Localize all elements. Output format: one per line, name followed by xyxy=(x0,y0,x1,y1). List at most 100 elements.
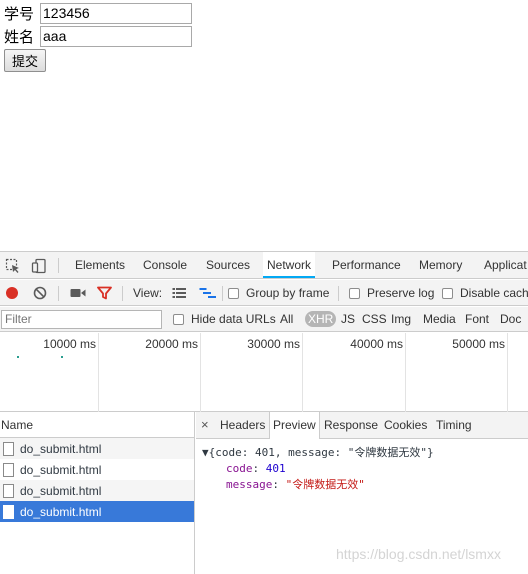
checkbox-box xyxy=(442,287,453,299)
tab-preview[interactable]: Preview xyxy=(269,412,320,439)
request-row[interactable]: do_submit.html xyxy=(0,480,194,501)
filter-type-xhr[interactable]: XHR xyxy=(305,307,337,331)
timeline-gridline xyxy=(405,333,406,412)
timeline-request-mark xyxy=(17,356,19,358)
timeline-gridline xyxy=(302,333,303,412)
checkbox-box xyxy=(228,287,239,299)
toolbar-separator xyxy=(58,286,59,301)
filter-input[interactable]: Filter xyxy=(1,310,162,329)
preserve-log-label: Preserve log xyxy=(367,286,435,300)
student-id-label: 学号 xyxy=(4,4,35,23)
name-label: 姓名 xyxy=(4,27,35,46)
tab-memory[interactable]: Memory xyxy=(419,252,462,278)
waterfall-icon xyxy=(199,288,216,298)
filter-funnel-icon xyxy=(97,286,112,300)
checkbox-box xyxy=(349,287,360,299)
device-toolbar-icon[interactable] xyxy=(31,258,47,274)
filter-type-doc[interactable]: Doc xyxy=(500,307,521,331)
document-icon xyxy=(3,504,14,519)
json-preview: ▼{code: 401, message: "令牌数据无效"} code: 401… xyxy=(202,445,434,493)
request-list-header[interactable]: Name xyxy=(0,412,194,438)
watermark: https://blog.csdn.net/lsmxx xyxy=(336,546,501,562)
devtools-panel: Elements Console Sources Network Perform… xyxy=(0,251,528,574)
timeline-tick-label: 50000 ms xyxy=(452,337,505,351)
tabbar-separator xyxy=(58,258,59,273)
student-id-input[interactable]: 123456 xyxy=(40,3,192,24)
request-name: do_submit.html xyxy=(20,441,102,456)
video-camera-icon xyxy=(70,289,86,297)
checkbox-box xyxy=(173,313,184,325)
record-button[interactable] xyxy=(5,280,19,306)
tab-console[interactable]: Console xyxy=(143,252,187,278)
disable-cache-checkbox[interactable]: Disable cache xyxy=(442,280,528,306)
disable-cache-label: Disable cache xyxy=(460,286,528,300)
request-row[interactable]: do_submit.html xyxy=(0,459,194,480)
json-string-value: "令牌数据无效" xyxy=(285,478,365,491)
json-key: code xyxy=(226,462,253,475)
clear-button[interactable] xyxy=(33,280,47,306)
network-overview-timeline[interactable]: 10000 ms 20000 ms 30000 ms 40000 ms 5000… xyxy=(0,333,528,412)
json-number-value: 401 xyxy=(265,462,286,475)
filter-type-font[interactable]: Font xyxy=(465,307,489,331)
hide-data-urls-label: Hide data URLs xyxy=(191,312,276,326)
timeline-tick-label: 40000 ms xyxy=(350,337,403,351)
close-icon[interactable]: × xyxy=(201,417,209,433)
tab-elements[interactable]: Elements xyxy=(75,252,125,278)
timeline-gridline xyxy=(98,333,99,412)
list-view-icon xyxy=(172,288,186,298)
toolbar-separator xyxy=(122,286,123,301)
preserve-log-checkbox[interactable]: Preserve log xyxy=(349,280,434,306)
request-row-selected[interactable]: do_submit.html xyxy=(0,501,194,522)
json-key: message xyxy=(226,478,273,491)
view-label: View: xyxy=(133,286,163,300)
submit-button[interactable]: 提交 xyxy=(4,49,46,72)
timeline-gridline xyxy=(507,333,508,412)
request-list: Name do_submit.html do_submit.html do_su… xyxy=(0,412,195,574)
request-row[interactable]: do_submit.html xyxy=(0,438,194,459)
tab-sources[interactable]: Sources xyxy=(206,252,250,278)
timeline-tick-label: 10000 ms xyxy=(43,337,96,351)
filter-type-img[interactable]: Img xyxy=(391,307,411,331)
document-icon xyxy=(3,441,14,456)
timeline-tick-label: 30000 ms xyxy=(247,337,300,351)
name-row: 姓名 aaa xyxy=(4,26,192,47)
clear-icon xyxy=(33,286,47,300)
inspect-element-icon[interactable] xyxy=(5,258,21,274)
request-name: do_submit.html xyxy=(20,462,102,477)
student-id-row: 学号 123456 xyxy=(4,3,192,24)
tab-timing[interactable]: Timing xyxy=(436,412,472,438)
devtools-tabbar: Elements Console Sources Network Perform… xyxy=(0,252,528,279)
toolbar-separator xyxy=(338,286,339,301)
record-icon xyxy=(6,287,18,299)
timeline-gridline xyxy=(200,333,201,412)
request-name: do_submit.html xyxy=(20,483,102,498)
filter-type-media[interactable]: Media xyxy=(423,307,456,331)
tab-network[interactable]: Network xyxy=(263,252,316,278)
json-property-message: message: "令牌数据无效" xyxy=(226,478,365,491)
request-name: do_submit.html xyxy=(20,504,102,519)
large-rows-button[interactable] xyxy=(172,280,187,306)
tab-response[interactable]: Response xyxy=(324,412,378,438)
timeline-request-mark xyxy=(61,356,63,358)
capture-screenshots-button[interactable] xyxy=(70,280,86,306)
detail-tabbar: × Headers Preview Response Cookies Timin… xyxy=(196,412,528,439)
json-property-code: code: 401 xyxy=(226,462,286,475)
json-summary-line[interactable]: ▼{code: 401, message: "令牌数据无效"} xyxy=(202,445,434,461)
filter-toggle-button[interactable] xyxy=(97,280,112,306)
tab-performance[interactable]: Performance xyxy=(332,252,401,278)
filter-type-js[interactable]: JS xyxy=(341,307,355,331)
network-toolbar: View: Group by frame Preserve log Disabl… xyxy=(0,280,528,306)
name-input[interactable]: aaa xyxy=(40,26,192,47)
timeline-tick-label: 20000 ms xyxy=(145,337,198,351)
toolbar-separator xyxy=(222,286,223,301)
xhr-pill: XHR xyxy=(305,311,337,327)
document-icon xyxy=(3,483,14,498)
overview-button[interactable] xyxy=(199,280,217,306)
tab-application[interactable]: Applicat xyxy=(484,252,527,278)
group-by-frame-checkbox[interactable]: Group by frame xyxy=(228,280,329,306)
filter-type-css[interactable]: CSS xyxy=(362,307,387,331)
tab-cookies[interactable]: Cookies xyxy=(384,412,427,438)
tab-headers[interactable]: Headers xyxy=(220,412,265,438)
filter-type-all[interactable]: All xyxy=(280,307,293,331)
hide-data-urls-checkbox[interactable]: Hide data URLs xyxy=(173,307,276,331)
